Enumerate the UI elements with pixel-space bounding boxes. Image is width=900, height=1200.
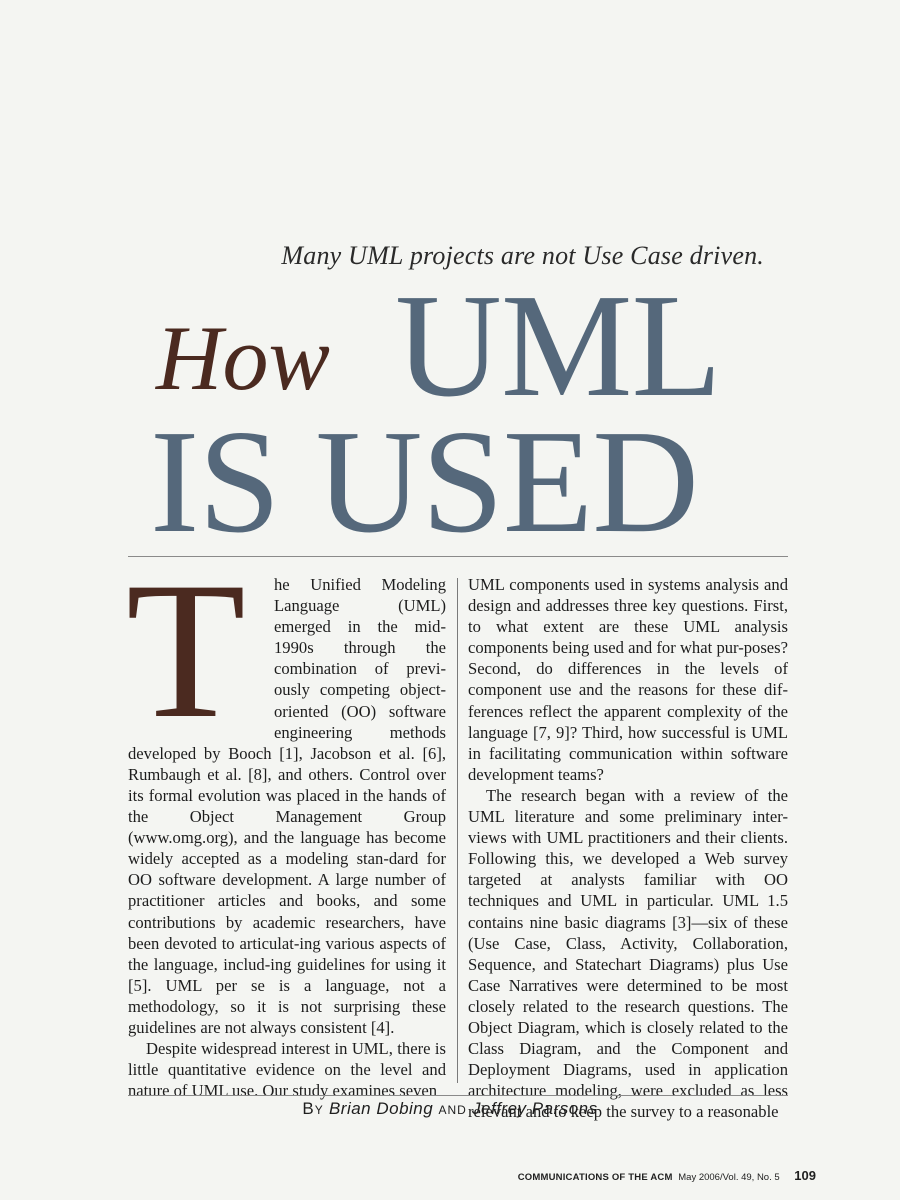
right-column: UML components used in systems analysis …	[468, 574, 788, 1122]
article-page: Many UML projects are not Use Case drive…	[0, 0, 900, 1200]
drop-cap: T	[126, 542, 246, 759]
issue-info: May 2006/Vol. 49, No. 5	[678, 1172, 780, 1183]
byline-by: By	[302, 1099, 324, 1118]
left-paragraph-2: Despite widespread interest in UML, ther…	[128, 1039, 446, 1101]
bottom-rule	[128, 1095, 788, 1096]
left-column: T he Unified Modeling Language (UML) eme…	[126, 542, 446, 1101]
title-how: How	[156, 307, 330, 409]
title-uml: UML	[395, 264, 722, 428]
author-2: Jeffrey Parsons	[472, 1099, 598, 1118]
journal-name: COMMUNICATIONS OF THE ACM	[517, 1172, 673, 1183]
byline: By Brian Dobing and Jeffrey Parsons	[0, 1099, 900, 1119]
page-footer: COMMUNICATIONS OF THE ACM May 2006/Vol. …	[518, 1168, 816, 1183]
page-number: 109	[794, 1168, 816, 1183]
right-paragraph-1: UML components used in systems analysis …	[468, 575, 788, 784]
byline-and: and	[438, 1099, 467, 1118]
author-1: Brian Dobing	[328, 1099, 434, 1118]
title-is-used: IS USED	[150, 400, 699, 564]
right-paragraph-2: The research began with a review of the …	[468, 785, 788, 1122]
column-divider	[457, 578, 458, 1083]
